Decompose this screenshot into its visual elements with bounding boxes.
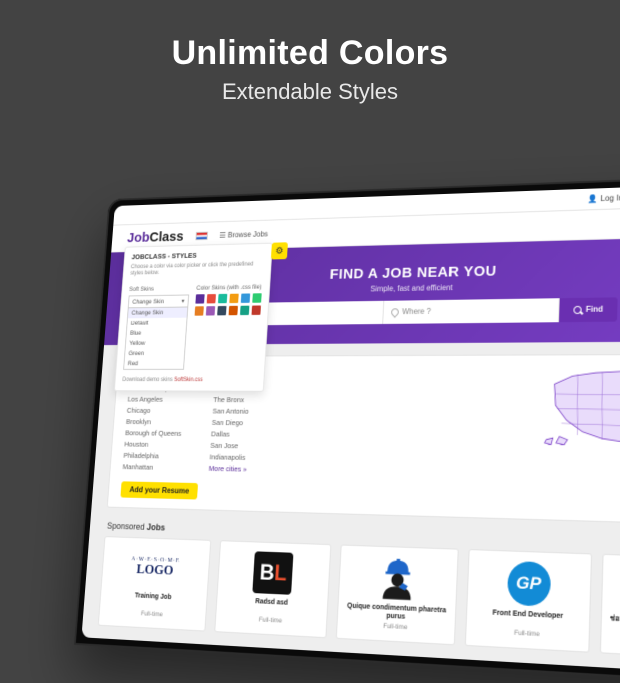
city-link[interactable]: Brooklyn [126,415,183,427]
city-link[interactable]: San Jose [210,439,249,451]
promo-subtitle: Extendable Styles [0,79,620,105]
brand-right: Class [149,229,184,245]
city-link[interactable]: Los Angeles [127,393,184,405]
color-swatch[interactable] [217,306,226,315]
usa-map[interactable] [543,361,620,453]
hero-title: FIND A JOB NEAR YOU [330,262,497,282]
job-logo-worker [345,554,451,603]
color-swatch[interactable] [251,306,260,316]
color-swatch[interactable] [207,294,216,303]
job-logo-western: WESTERN [609,564,620,616]
skin-option[interactable]: Yellow [126,338,186,349]
where-input[interactable]: Where ? [383,298,560,324]
find-button[interactable]: Find [559,297,618,322]
color-swatch[interactable] [195,295,204,304]
city-link[interactable]: Borough of Queens [125,427,182,439]
color-swatch[interactable] [241,294,250,303]
city-link[interactable]: San Antonio [212,405,251,417]
styles-panel: ⚙ JOBCLASS - STYLES Choose a color via c… [114,243,273,392]
job-card[interactable]: WESTERN ช่อมแซมเครื่องจักรระบบ วิศวกรรม … [600,554,620,661]
city-link[interactable]: Indianapolis [209,451,248,463]
city-link[interactable]: The Bronx [213,393,251,405]
chevron-down-icon: ▾ [181,298,184,305]
color-swatch[interactable] [240,306,249,315]
job-card[interactable]: GP Front End Developer Full-time [465,549,593,653]
more-cities-link[interactable]: More cities » [208,462,247,474]
color-swatch[interactable] [229,294,238,303]
job-card[interactable]: BL Radsd asd Full-time [214,540,332,638]
skin-select[interactable]: Change Skin▾ [128,295,189,309]
city-link[interactable]: Houston [124,438,181,450]
skin-option[interactable]: Red [124,359,184,369]
color-swatch[interactable] [195,307,204,316]
color-swatch[interactable] [229,306,238,315]
softskin-link[interactable]: SoftSkin.css [174,378,203,384]
search-bar: ◇ What ? Where ? Find [218,297,617,325]
job-type: Full-time [608,634,620,648]
sponsored-heading: Sponsored Jobs [107,521,166,533]
city-link[interactable]: Dallas [211,428,250,440]
screen: 👤 Log In 👤 Register Post a Job JobClass … [81,183,620,677]
color-swatch[interactable] [206,306,215,315]
skin-option[interactable]: Blue [126,328,186,339]
job-card[interactable]: Quique condimentum pharetra purus Full-t… [336,544,459,645]
laptop-frame: 👤 Log In 👤 Register Post a Job JobClass … [74,174,620,683]
skin-option[interactable]: Change Skin [128,308,187,319]
skin-option[interactable]: Default [127,318,187,329]
job-logo-awesome: A·W·E·S·O·M·ELOGO [107,545,204,592]
pin-icon [389,306,400,317]
color-swatch[interactable] [218,294,227,303]
country-flag[interactable] [195,232,208,241]
brand-logo[interactable]: JobClass [127,229,184,246]
skin-option[interactable]: Green [125,349,185,359]
sponsored-jobs: A·W·E·S·O·M·ELOGO Training Job Full-time… [98,536,620,661]
brand-left: Job [127,230,150,246]
login-link[interactable]: 👤 Log In [587,193,620,203]
city-link[interactable]: Chicago [127,404,184,416]
job-logo-bl: BL [223,549,325,597]
browse-jobs-link[interactable]: ☰ Browse Jobs [219,230,268,240]
add-resume-button[interactable]: Add your Resume [120,481,198,499]
search-icon [574,305,582,313]
color-swatch[interactable] [252,294,261,304]
skin-dropdown: Change Skin Default Blue Yellow Green Re… [123,308,188,370]
color-skins-label: Color Skins (with .css file) [196,284,262,292]
job-logo-gp: GP [473,559,585,610]
city-link[interactable]: Manhattan [122,461,179,474]
gear-icon[interactable]: ⚙ [271,242,288,259]
styles-footer: Download demo skins SoftSkin.css [115,374,264,391]
job-card[interactable]: A·W·E·S·O·M·ELOGO Training Job Full-time [98,536,211,632]
city-link[interactable]: San Diego [212,416,251,428]
color-swatches [195,294,262,316]
login-label: Log In [600,193,620,203]
soft-skins-label: Soft Skins [129,286,190,294]
user-icon: 👤 [587,194,597,203]
hero-subtitle: Simple, fast and efficient [370,283,453,293]
promo-title: Unlimited Colors [0,34,620,73]
